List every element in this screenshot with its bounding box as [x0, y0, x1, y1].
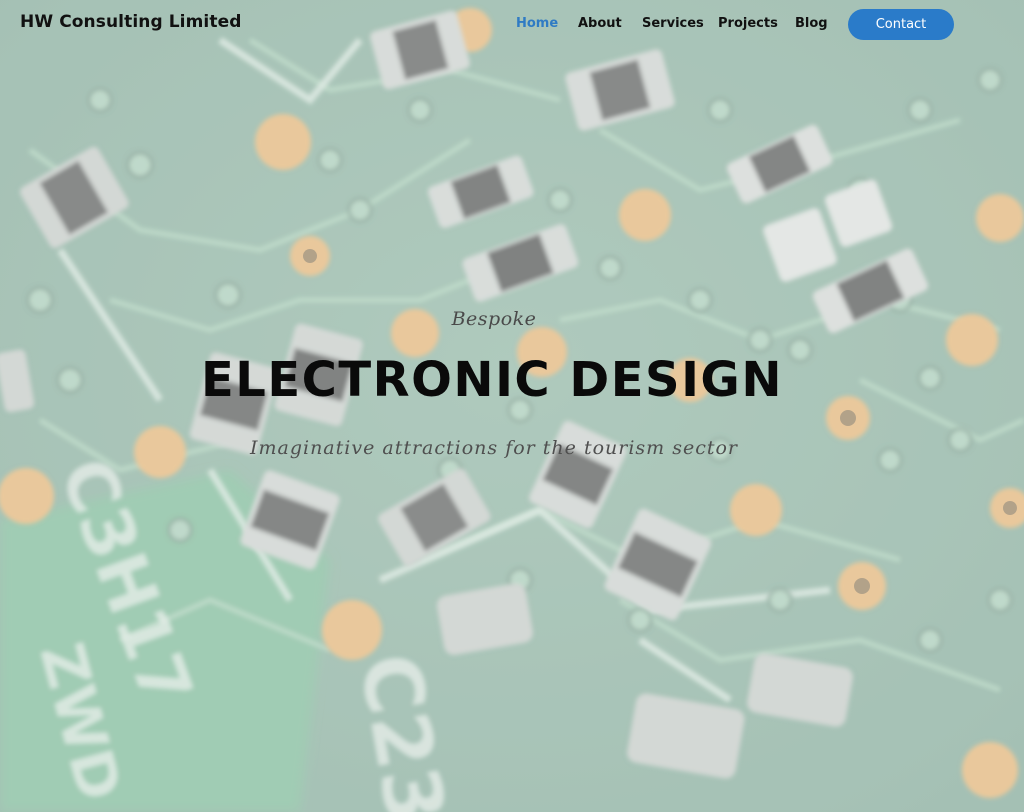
nav-projects[interactable]: Projects	[718, 16, 778, 31]
nav-services[interactable]: Services	[642, 16, 704, 31]
site-logo-text[interactable]: HW Consulting Limited	[20, 12, 241, 32]
nav-blog[interactable]: Blog	[795, 16, 828, 31]
nav-about[interactable]: About	[578, 16, 622, 31]
contact-button[interactable]: Contact	[848, 9, 954, 40]
hero-kicker: Bespoke	[451, 308, 537, 330]
hero-title: ELECTRONIC DESIGN	[201, 352, 783, 408]
page: C3H17 C23 ZWD HW Consulting Limited Home…	[0, 0, 1024, 812]
hero-subtitle: Imaginative attractions for the tourism …	[249, 437, 739, 459]
nav-home[interactable]: Home	[516, 16, 558, 31]
site-header: HW Consulting Limited Home About Service…	[0, 0, 1024, 48]
hero-section: Bespoke ELECTRONIC DESIGN Imaginative at…	[0, 0, 1024, 812]
